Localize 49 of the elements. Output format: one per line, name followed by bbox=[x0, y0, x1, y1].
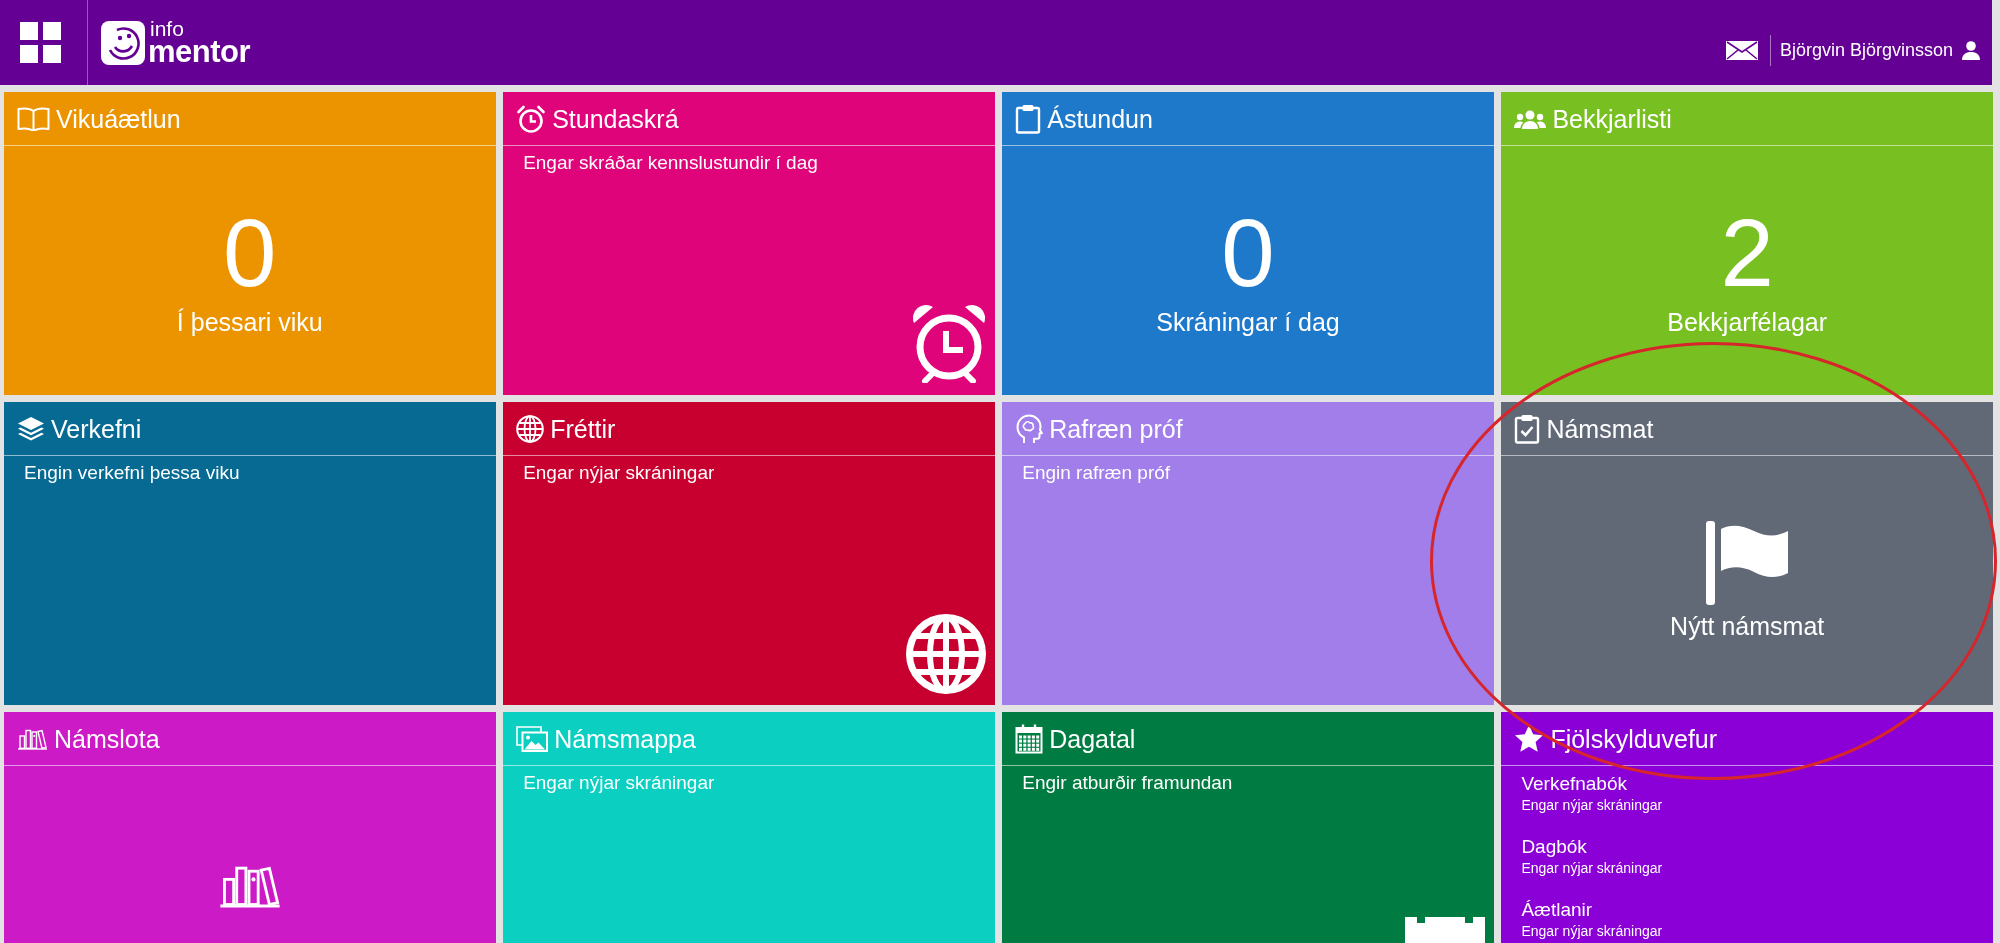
mail-icon[interactable] bbox=[1725, 41, 1758, 60]
smiley-logo-icon bbox=[101, 20, 145, 65]
list-item-link[interactable]: Áætlanir bbox=[1521, 898, 1973, 922]
tile-title[interactable]: Stundaskrá bbox=[552, 103, 679, 134]
clipboard-check-icon bbox=[1514, 413, 1541, 444]
calendar-icon bbox=[1404, 917, 1485, 943]
people-icon bbox=[1514, 108, 1547, 129]
count-value: 0 bbox=[223, 204, 277, 301]
list-item-status: Engar nýjar skráningar bbox=[1521, 859, 1664, 877]
image-icon bbox=[516, 725, 549, 752]
tile-title[interactable]: Fjölskylduvefur bbox=[1550, 723, 1718, 754]
book-icon bbox=[17, 106, 50, 131]
globe-icon bbox=[905, 614, 986, 694]
app-grid-icon[interactable] bbox=[20, 22, 61, 63]
tile-title[interactable]: Fréttir bbox=[550, 413, 616, 444]
globe-icon bbox=[516, 414, 545, 443]
layers-icon bbox=[17, 415, 45, 442]
tile-title[interactable]: Námslota bbox=[54, 723, 160, 754]
list-item-link[interactable]: Verkefnabók bbox=[1521, 772, 1973, 796]
clipboard-icon bbox=[1015, 103, 1042, 134]
tile-title[interactable]: Rafræn próf bbox=[1049, 413, 1183, 444]
books-icon bbox=[17, 727, 48, 750]
list-item-status: Engar nýjar skráningar bbox=[1521, 922, 1664, 940]
calendar-icon bbox=[1015, 723, 1044, 754]
tile-message: Engin verkefni þessa viku bbox=[23, 461, 241, 485]
count-caption: Bekkjarfélagar bbox=[1667, 306, 1828, 337]
action-caption[interactable]: Nýtt námsmat bbox=[1670, 610, 1825, 641]
count-value: 0 bbox=[1221, 204, 1275, 301]
logo-text: info bbox=[150, 18, 185, 39]
tile-title[interactable]: Dagatal bbox=[1049, 723, 1136, 754]
alarm-clock-icon bbox=[516, 103, 547, 134]
count-value: 2 bbox=[1720, 204, 1774, 301]
user-icon[interactable] bbox=[1962, 41, 1980, 60]
tile-title[interactable]: Verkefni bbox=[51, 413, 142, 444]
tile-message: Engir atburðir framundan bbox=[1021, 771, 1234, 795]
count-caption: Skráningar í dag bbox=[1156, 306, 1340, 337]
flag-icon[interactable] bbox=[1706, 520, 1789, 605]
tile-message: Engar skráðar kennslustundir í dag bbox=[522, 151, 819, 175]
tile-title[interactable]: Ástundun bbox=[1047, 103, 1153, 134]
count-caption: Í þessari viku bbox=[176, 306, 323, 337]
tile-message: Engar nýjar skráningar bbox=[522, 461, 716, 485]
tile-title[interactable]: Námsmat bbox=[1546, 413, 1654, 444]
logo-text: mentor bbox=[148, 36, 251, 67]
tile-message: Engar nýjar skráningar bbox=[522, 771, 716, 795]
head-icon bbox=[1015, 413, 1044, 444]
list-item-link[interactable]: Dagbók bbox=[1521, 835, 1973, 859]
list-item-status: Engar nýjar skráningar bbox=[1521, 796, 1664, 814]
tile-message: Engin rafræn próf bbox=[1021, 461, 1172, 485]
user-name-link[interactable]: Björgvin Björgvinsson bbox=[1779, 37, 1953, 64]
